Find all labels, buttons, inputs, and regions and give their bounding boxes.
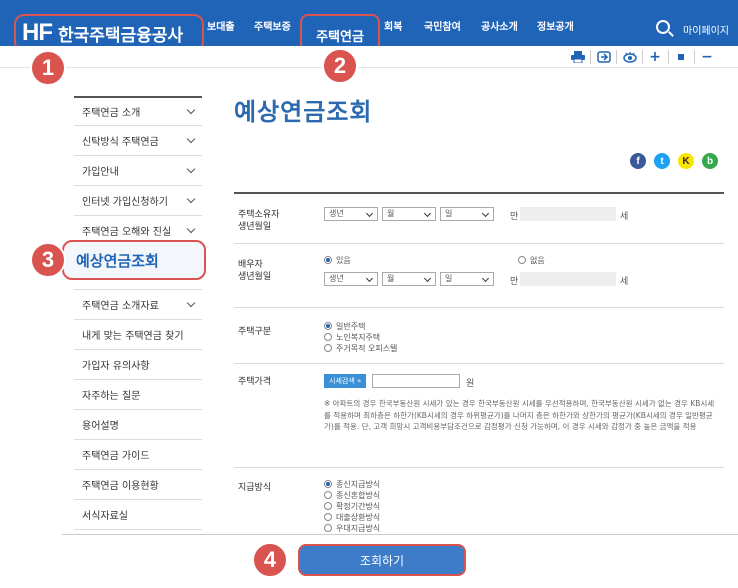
sidebar-item-faq[interactable]: 자주하는 질문 <box>74 380 202 410</box>
house-price-label: 주택가격 <box>238 377 272 387</box>
sidebar-item-forms[interactable]: 서식자료실 <box>74 500 202 530</box>
print-icon[interactable] <box>568 47 588 67</box>
owner-month-select[interactable]: 월 <box>382 207 436 221</box>
eye-icon[interactable] <box>620 47 640 67</box>
house-type-label: 주택구분 <box>238 327 272 337</box>
payment-method-row: 지급방식 종신지급방식 종신혼합방식 확정기간방식 대출상환방식 우대지급방식 <box>234 468 724 538</box>
sidebar-item-status[interactable]: 주택연금 이용현황 <box>74 470 202 500</box>
spouse-birth-label: 배우자 생년월일 <box>238 260 272 282</box>
step-badge-2: 2 <box>322 48 358 84</box>
content-bottom-divider <box>62 534 738 535</box>
band-icon[interactable]: b <box>702 153 718 169</box>
spouse-month-select[interactable]: 월 <box>382 272 436 286</box>
nav-item-loan[interactable]: 보대출 <box>207 18 235 33</box>
sidebar-item-notice[interactable]: 가입자 유의사항 <box>74 350 202 380</box>
spouse-day-select[interactable]: 일 <box>440 272 494 286</box>
zoom-in-icon[interactable]: + <box>645 47 665 67</box>
owner-age-field <box>520 207 616 221</box>
payment-mixed-label: 종신혼합방식 <box>336 491 381 500</box>
payment-repayment-label: 대출상환방식 <box>336 513 381 522</box>
payment-fixed-period-label: 확정기간방식 <box>336 502 381 511</box>
sidebar-item-glossary[interactable]: 용어설명 <box>74 410 202 440</box>
sidebar-item-materials[interactable]: 주택연금 소개자료 <box>74 290 202 320</box>
payment-repayment-radio[interactable] <box>324 513 332 521</box>
chevron-down-icon <box>186 105 196 115</box>
sidebar-menu: 주택연금 소개 신탁방식 주택연금 가입안내 인터넷 가입신청하기 주택연금 오… <box>74 96 202 530</box>
page-title: 예상연금조회 <box>234 98 373 126</box>
logo-text: 한국주택금융공사 <box>58 25 184 46</box>
spouse-yes-radio[interactable] <box>324 256 332 264</box>
sidebar-item-intro[interactable]: 주택연금 소개 <box>74 96 202 126</box>
house-type-general-radio[interactable] <box>324 322 332 330</box>
sidebar-item-trust[interactable]: 신탁방식 주택연금 <box>74 126 202 156</box>
mypage-link[interactable]: 마이페이지 <box>683 22 729 37</box>
spouse-year-select[interactable]: 생년 <box>324 272 378 286</box>
step-badge-1: 1 <box>30 50 66 86</box>
nav-item-disclosure[interactable]: 정보공개 <box>537 18 574 33</box>
sidebar-item-online-apply[interactable]: 인터넷 가입신청하기 <box>74 186 202 216</box>
house-type-officetel-label: 주거목적 오피스텔 <box>336 344 398 353</box>
price-search-button[interactable]: 시세검색 » <box>324 374 367 388</box>
toolbar-divider <box>694 50 695 64</box>
payment-preferred-label: 우대지급방식 <box>336 524 381 533</box>
nav-item-about[interactable]: 공사소개 <box>481 18 518 33</box>
facebook-icon[interactable]: f <box>630 153 646 169</box>
payment-lifetime-label: 종신지급방식 <box>336 480 381 489</box>
chevron-down-icon <box>186 194 196 204</box>
toolbar-divider <box>590 50 591 64</box>
sidebar-item-find[interactable]: 내게 맞는 주택연금 찾기 <box>74 320 202 350</box>
owner-age-prefix: 만 <box>510 212 519 222</box>
payment-method-label: 지급방식 <box>238 483 272 493</box>
payment-mixed-radio[interactable] <box>324 491 332 499</box>
house-type-row: 주택구분 일반주택 노인복지주택 주거목적 오피스텔 <box>234 308 724 364</box>
toolbar-divider <box>642 50 643 64</box>
inquiry-submit-button[interactable]: 조회하기 <box>298 544 466 576</box>
spouse-yes-label: 있음 <box>336 256 351 265</box>
toolbar-divider <box>616 50 617 64</box>
chevron-down-icon <box>186 298 196 308</box>
kakao-icon[interactable]: K <box>678 153 694 169</box>
spouse-birth-row: 배우자 생년월일 있음 없음 생년 월 일 만 세 <box>234 244 724 308</box>
house-type-officetel-radio[interactable] <box>324 344 332 352</box>
payment-preferred-radio[interactable] <box>324 524 332 532</box>
house-price-unit: 원 <box>466 379 475 389</box>
house-type-senior-radio[interactable] <box>324 333 332 341</box>
sidebar-item-join-guide[interactable]: 가입안내 <box>74 156 202 186</box>
inquiry-form: 주택소유자 생년월일 생년 월 일 만 세 배우자 생년월일 있음 없음 생년 월 … <box>234 192 724 538</box>
house-type-senior-label: 노인복지주택 <box>336 333 381 342</box>
nav-item-guarantee[interactable]: 주택보증 <box>254 18 291 33</box>
sidebar-item-guide[interactable]: 주택연금 가이드 <box>74 440 202 470</box>
owner-birth-label: 주택소유자 생년월일 <box>238 210 280 232</box>
owner-age-suffix: 세 <box>620 212 629 222</box>
toolbar-divider <box>668 50 669 64</box>
search-icon[interactable] <box>656 20 670 34</box>
payment-lifetime-radio[interactable] <box>324 480 332 488</box>
zoom-out-icon[interactable]: − <box>697 47 717 67</box>
step-badge-3: 3 <box>30 242 66 278</box>
spouse-age-field <box>520 272 616 286</box>
spouse-age-suffix: 세 <box>620 277 629 287</box>
house-price-input[interactable] <box>372 374 460 388</box>
house-type-general-label: 일반주택 <box>336 322 366 331</box>
twitter-icon[interactable]: t <box>654 153 670 169</box>
step-badge-4: 4 <box>252 542 288 578</box>
nav-item-recovery[interactable]: 회복 <box>384 18 402 33</box>
house-price-note: ※ 아파트의 경우 한국부동산원 시세가 있는 경우 한국부동산원 시세를 우선… <box>324 399 715 431</box>
payment-fixed-period-radio[interactable] <box>324 502 332 510</box>
stop-icon[interactable] <box>671 47 691 67</box>
hf-logo-mark: HF <box>22 19 53 46</box>
chevron-down-icon <box>186 164 196 174</box>
spouse-no-radio[interactable] <box>518 256 526 264</box>
sidebar-item-pension-inquiry[interactable]: 예상연금조회 <box>62 240 206 280</box>
share-icon[interactable] <box>594 47 614 67</box>
chevron-down-icon <box>186 224 196 234</box>
owner-year-select[interactable]: 생년 <box>324 207 378 221</box>
owner-birth-row: 주택소유자 생년월일 생년 월 일 만 세 <box>234 194 724 244</box>
house-price-row: 주택가격 시세검색 » 원 ※ 아파트의 경우 한국부동산원 시세가 있는 경우… <box>234 364 724 468</box>
spouse-no-label: 없음 <box>530 256 545 265</box>
chevron-down-icon <box>186 134 196 144</box>
owner-day-select[interactable]: 일 <box>440 207 494 221</box>
nav-item-participation[interactable]: 국민참여 <box>424 18 461 33</box>
spouse-age-prefix: 만 <box>510 277 519 287</box>
